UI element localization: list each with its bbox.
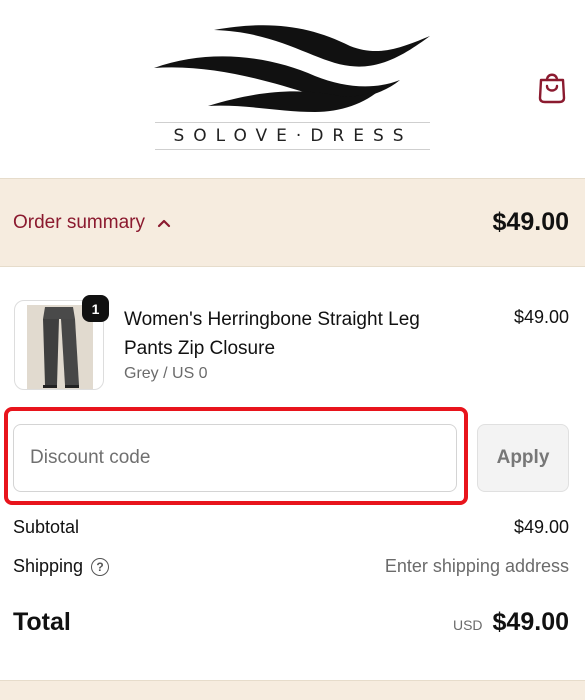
order-summary-total: $49.00 <box>492 208 569 236</box>
question-circle-icon[interactable]: ? <box>91 557 110 576</box>
currency-code: USD <box>452 617 483 633</box>
total-label: Total <box>13 608 71 636</box>
store-header: SOLOVE·DRESS <box>0 0 585 179</box>
total-amount-group: USD $49.00 <box>453 608 569 637</box>
discount-code-input[interactable] <box>13 424 457 492</box>
line-item: 1 Women's Herringbone Straight Leg Pants… <box>0 267 585 397</box>
subtotal-label: Subtotal <box>13 517 80 537</box>
shipping-label: Shipping <box>13 556 84 576</box>
subtotal-row: Subtotal $49.00 <box>13 517 569 538</box>
shipping-row: Shipping ? Enter shipping address <box>13 556 569 577</box>
shipping-value: Enter shipping address <box>384 556 569 576</box>
bottom-divider-bar <box>0 680 585 700</box>
order-summary-bar: Order summary $49.00 <box>0 179 585 267</box>
total-amount: $49.00 <box>492 608 569 636</box>
brand-name: SOLOVE·DRESS <box>173 126 413 146</box>
order-summary-toggle[interactable]: Order summary <box>13 212 171 234</box>
logo-waves-graphic <box>154 25 430 112</box>
product-title: Women's Herringbone Straight Leg Pants Z… <box>124 309 420 359</box>
quantity-badge: 1 <box>82 295 109 322</box>
shipping-label-group: Shipping ? <box>13 556 110 577</box>
logo-rule-bottom <box>155 149 430 150</box>
chevron-up-icon <box>157 219 171 227</box>
product-price: $49.00 <box>513 307 569 327</box>
brand-logo[interactable]: SOLOVE·DRESS <box>150 18 435 153</box>
logo-rule-top <box>155 122 430 123</box>
subtotal-value: $49.00 <box>513 517 569 537</box>
order-summary-label: Order summary <box>13 211 145 233</box>
shopping-bag-icon <box>538 73 566 104</box>
product-variant: Grey / US 0 <box>124 365 208 382</box>
discount-section: Apply <box>0 397 585 505</box>
apply-discount-button[interactable]: Apply <box>477 424 569 492</box>
total-row: Total USD $49.00 <box>13 608 569 637</box>
cart-button[interactable] <box>537 70 567 104</box>
